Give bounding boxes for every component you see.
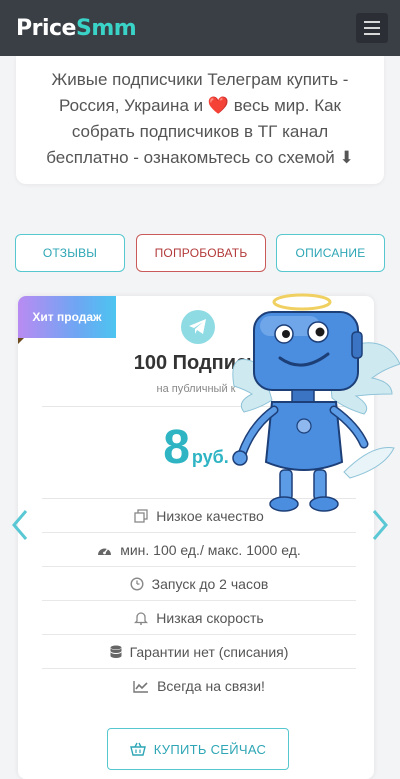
site-logo[interactable]: PriceSmm bbox=[16, 15, 137, 41]
clock-icon bbox=[130, 576, 144, 591]
logo-text-accent: Smm bbox=[75, 15, 137, 41]
tab-description[interactable]: ОПИСАНИЕ bbox=[276, 234, 385, 272]
feature-speed: Низкая скорость bbox=[42, 601, 356, 635]
tab-try[interactable]: ПОПРОБОВАТЬ bbox=[136, 234, 266, 272]
feature-guarantee: Гарантии нет (списания) bbox=[42, 635, 356, 669]
feature-text: Низкая скорость bbox=[156, 609, 264, 626]
price-value: 8 bbox=[163, 421, 190, 474]
line-chart-icon bbox=[133, 680, 149, 693]
feature-support: Всегда на связи! bbox=[42, 669, 356, 703]
hamburger-icon-line bbox=[364, 33, 380, 35]
basket-icon bbox=[129, 742, 146, 756]
hamburger-menu-button[interactable] bbox=[356, 13, 388, 43]
feature-limits: мин. 100 ед./ макс. 1000 ед. bbox=[42, 533, 356, 567]
price-currency: руб. bbox=[191, 447, 229, 467]
feature-text: Гарантии нет (списания) bbox=[129, 643, 289, 660]
telegram-icon bbox=[181, 310, 215, 344]
feature-text: Всегда на связи! bbox=[157, 678, 265, 694]
buy-now-button[interactable]: КУПИТЬ СЕЙЧАС bbox=[107, 728, 289, 770]
intro-text: Живые подписчики Телеграм купить - Росси… bbox=[46, 70, 354, 167]
database-icon bbox=[110, 645, 122, 658]
hamburger-icon bbox=[364, 21, 380, 23]
logo-text-main: Price bbox=[16, 15, 76, 41]
speedometer-icon bbox=[98, 548, 112, 555]
ribbon-fold bbox=[18, 338, 24, 344]
feature-text: мин. 100 ед./ макс. 1000 ед. bbox=[120, 541, 301, 558]
tab-reviews[interactable]: ОТЗЫВЫ bbox=[15, 234, 125, 272]
buy-now-label: КУПИТЬ СЕЙЧАС bbox=[153, 741, 267, 757]
hamburger-icon-line bbox=[364, 27, 380, 29]
hit-badge: Хит продаж bbox=[18, 296, 116, 338]
copy-icon bbox=[134, 508, 148, 523]
chevron-left-icon[interactable] bbox=[11, 508, 29, 542]
top-header: PriceSmm bbox=[0, 0, 400, 56]
robot-angel-mascot bbox=[232, 293, 400, 512]
bell-icon bbox=[134, 611, 149, 625]
feature-start: Запуск до 2 часов bbox=[42, 567, 356, 601]
feature-text: Запуск до 2 часов bbox=[151, 575, 269, 592]
intro-card: Живые подписчики Телеграм купить - Росси… bbox=[16, 56, 384, 184]
